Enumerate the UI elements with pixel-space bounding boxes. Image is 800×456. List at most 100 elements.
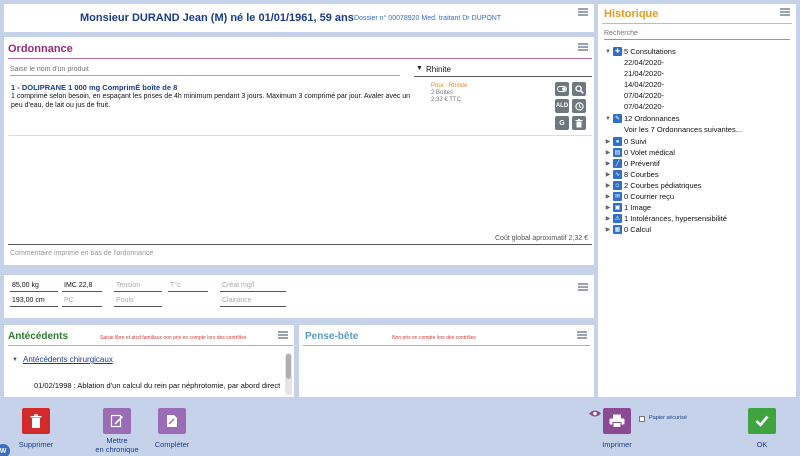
- poids-field[interactable]: 85,00 kg: [12, 282, 39, 289]
- allergy-icon: ⚠: [613, 214, 622, 223]
- temperature-underline: [168, 291, 208, 292]
- historique-search-input[interactable]: [604, 28, 790, 40]
- tree-ordonnances[interactable]: ▼ ✎ 12 Ordonnances: [604, 113, 679, 124]
- consultation-date[interactable]: 22/04/2020-: [624, 58, 664, 67]
- search-button[interactable]: [572, 82, 586, 96]
- diagnosis-select[interactable]: Rhinite: [426, 65, 451, 74]
- collapsed-arrow-icon[interactable]: ▶: [604, 182, 612, 189]
- child-icon: ☺: [613, 181, 622, 190]
- consultation-date[interactable]: 21/04/2020-: [624, 69, 664, 78]
- printed-comment-field[interactable]: Commentaire imprimé en bas de l'ordonnan…: [10, 250, 153, 257]
- tree-calcul[interactable]: ▶ ▦ 0 Calcul: [604, 224, 651, 235]
- duration-button[interactable]: [572, 99, 586, 113]
- ordonnance-title: Ordonnance: [8, 43, 73, 55]
- mail-icon: ✉: [613, 192, 622, 201]
- image-icon: ▣: [613, 203, 622, 212]
- antecedents-menu-icon[interactable]: [278, 331, 288, 339]
- chronique-label-1[interactable]: Mettre: [87, 436, 147, 445]
- more-ordonnances-link[interactable]: Voir les 7 Ordonnances suivantes...: [624, 125, 742, 134]
- clairance-field[interactable]: Clairance: [222, 297, 252, 304]
- chart-icon: ∿: [613, 170, 622, 179]
- patient-name: Monsieur DURAND Jean (M) né le 01/01/196…: [80, 12, 354, 24]
- papier-securise-label[interactable]: Papier sécurisé: [649, 415, 687, 421]
- medication-posology[interactable]: 1 comprimé selon besoin, en espaçant les…: [11, 92, 411, 110]
- consultation-date[interactable]: 07/04/2020-: [624, 102, 664, 111]
- header-menu-icon[interactable]: [578, 8, 588, 16]
- antecedents-scrollbar[interactable]: [285, 353, 292, 395]
- antecedent-entry[interactable]: 01/02/1998 : Ablation d'un calcul du rei…: [34, 381, 280, 390]
- eye-icon[interactable]: [588, 409, 602, 418]
- imprimer-label[interactable]: Imprimer: [591, 440, 643, 449]
- product-search-input[interactable]: [10, 64, 400, 76]
- expanded-arrow-icon[interactable]: ▼: [604, 116, 612, 122]
- tree-item-label: 8 Courbes: [624, 170, 659, 179]
- collapse-arrow-icon[interactable]: ▼: [12, 357, 18, 363]
- pense-bete-title: Pense-bête: [305, 331, 359, 342]
- diagnosis-underline: [414, 76, 592, 77]
- historique-title: Historique: [604, 8, 659, 20]
- antecedents-category[interactable]: Antécédents chirurgicaux: [23, 355, 113, 364]
- generic-button[interactable]: G: [555, 116, 569, 130]
- pouls-underline: [114, 306, 162, 307]
- tree-consultations[interactable]: ▼ ✚ 5 Consultations: [604, 46, 676, 57]
- vitals-menu-icon[interactable]: [578, 283, 588, 291]
- ordonnance-divider: [8, 58, 592, 59]
- tree-courrier-recu[interactable]: ▶ ✉ 0 Courrier reçu: [604, 191, 674, 202]
- historique-menu-icon[interactable]: [780, 8, 790, 16]
- taille-underline: [10, 306, 58, 307]
- creatinine-field[interactable]: Créat mg/l: [222, 282, 254, 289]
- tree-ordonnances-label: 12 Ordonnances: [624, 114, 680, 123]
- collapsed-arrow-icon[interactable]: ▶: [604, 204, 612, 211]
- imprimer-button[interactable]: [603, 408, 631, 434]
- completer-label[interactable]: Compléter: [146, 440, 198, 449]
- toggle-button[interactable]: [555, 82, 569, 96]
- global-cost: Coût global aproximatif 2,32 €: [495, 235, 588, 242]
- ordonnance-menu-icon[interactable]: [578, 43, 588, 51]
- tree-courbes[interactable]: ▶ ∿ 8 Courbes: [604, 169, 659, 180]
- collapsed-arrow-icon[interactable]: ▶: [604, 160, 612, 167]
- tree-item-label: 2 Courbes pédiatriques: [624, 181, 702, 190]
- tree-image[interactable]: ▶ ▣ 1 Image: [604, 202, 651, 213]
- tree-preventif[interactable]: ▶ ╱ 0 Préventif: [604, 158, 660, 169]
- expanded-arrow-icon[interactable]: ▼: [604, 49, 612, 55]
- dossier-info[interactable]: Dossier n° 00078920 Med. traitant Dr DUP…: [354, 15, 501, 22]
- collapsed-arrow-icon[interactable]: ▶: [604, 138, 612, 145]
- antecedents-title: Antécédents: [8, 331, 69, 342]
- collapsed-arrow-icon[interactable]: ▶: [604, 193, 612, 200]
- collapsed-arrow-icon[interactable]: ▶: [604, 215, 612, 222]
- tension-field[interactable]: Tension: [116, 282, 140, 289]
- ald-button[interactable]: ALD: [555, 99, 569, 113]
- supprimer-button[interactable]: [22, 408, 50, 434]
- pense-bete-panel: Pense-bête Non pris en compte lors des c…: [299, 325, 594, 397]
- taille-field[interactable]: 193,00 cm: [12, 297, 45, 304]
- chronique-button[interactable]: [103, 408, 131, 434]
- tree-intolerances[interactable]: ▶ ⚠ 1 Intolérances, hypersensibilité: [604, 213, 727, 224]
- tree-item-label: 0 Calcul: [624, 225, 652, 234]
- cost-divider: [8, 244, 592, 245]
- consultation-date[interactable]: 14/04/2020-: [624, 80, 664, 89]
- diagnosis-dropdown-icon[interactable]: ▼: [416, 65, 423, 72]
- delete-line-button[interactable]: [572, 116, 586, 130]
- scrollbar-thumb[interactable]: [286, 354, 291, 379]
- pense-bete-menu-icon[interactable]: [577, 331, 587, 339]
- pouls-field[interactable]: Pouls: [116, 297, 134, 304]
- consultation-date[interactable]: 07/04/2020-: [624, 91, 664, 100]
- collapsed-arrow-icon[interactable]: ▶: [604, 171, 612, 178]
- tree-volet-medical[interactable]: ▶ ▤ 0 Volet médical: [604, 147, 675, 158]
- printer-icon: [609, 414, 625, 428]
- medication-name[interactable]: 1 - DOLIPRANE 1 000 mg ComprimÉ boîte de…: [11, 83, 177, 92]
- pc-field[interactable]: PC: [64, 297, 74, 304]
- tree-courbes-pediatriques[interactable]: ▶ ☺ 2 Courbes pédiatriques: [604, 180, 702, 191]
- collapsed-arrow-icon[interactable]: ▶: [604, 226, 612, 233]
- ok-button[interactable]: [748, 408, 776, 434]
- chronique-label-2[interactable]: en chronique: [87, 445, 147, 454]
- collapsed-arrow-icon[interactable]: ▶: [604, 149, 612, 156]
- historique-divider: [602, 23, 792, 24]
- completer-button[interactable]: [158, 408, 186, 434]
- trash-icon: [30, 414, 42, 428]
- papier-securise-checkbox[interactable]: [639, 416, 645, 422]
- tree-suivi[interactable]: ▶ ● 0 Suivi: [604, 136, 647, 147]
- supprimer-label[interactable]: Supprimer: [10, 440, 62, 449]
- temperature-field[interactable]: T°c: [170, 282, 181, 289]
- ok-label[interactable]: OK: [736, 440, 788, 449]
